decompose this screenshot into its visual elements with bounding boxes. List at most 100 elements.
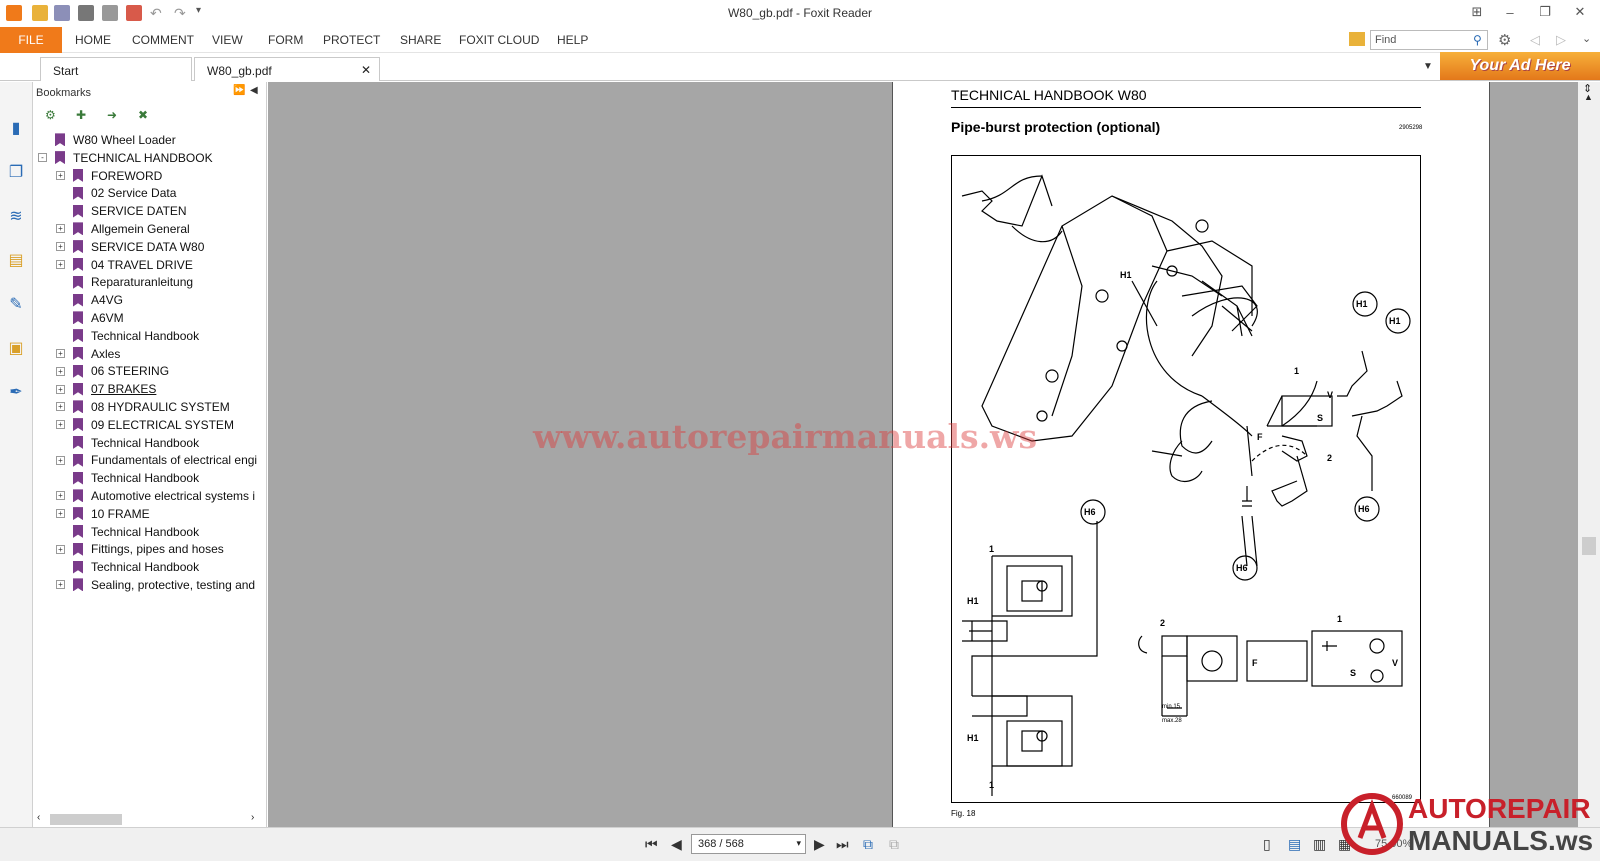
file-menu[interactable]: FILE (0, 27, 62, 53)
next-page-icon[interactable]: ▶ (814, 836, 825, 853)
previous-result-icon[interactable]: ◁ (1530, 32, 1540, 48)
collapse-panel-icon[interactable]: ◀ (250, 85, 258, 96)
bookmark-item[interactable]: Technical Handbook (56, 524, 199, 542)
expand-icon[interactable]: + (56, 259, 65, 269)
first-page-icon[interactable]: ⏮ (645, 836, 658, 853)
close-tab-icon[interactable]: ✕ (361, 63, 371, 77)
expand-icon[interactable]: + (56, 420, 65, 430)
expand-icon[interactable]: + (56, 242, 65, 252)
bookmark-item[interactable]: + Allgemein General (56, 221, 190, 239)
expand-icon[interactable]: + (56, 509, 65, 519)
menu-protect[interactable]: PROTECT (323, 33, 380, 47)
folder-search-icon[interactable] (1349, 32, 1365, 46)
bookmark-item[interactable]: + SERVICE DATA W80 (56, 239, 204, 257)
tab-start[interactable]: Start (40, 57, 192, 81)
expand-icon[interactable]: + (56, 384, 65, 394)
bookmark-item[interactable]: +04 TRAVEL DRIVE (56, 257, 193, 275)
menu-share[interactable]: SHARE (400, 33, 441, 47)
expand-icon[interactable]: + (56, 491, 65, 501)
menu-home[interactable]: HOME (75, 33, 111, 47)
scroll-left-arrow[interactable]: ‹ (37, 812, 40, 823)
pages-panel-icon[interactable]: ❐ (6, 162, 26, 182)
last-page-icon[interactable]: ⏭ (836, 836, 849, 853)
scroll-right-arrow[interactable]: › (251, 812, 254, 823)
bookmark-item[interactable]: Reparaturanleitung (56, 274, 193, 292)
expand-icon[interactable]: + (56, 544, 65, 554)
bookmark-item[interactable]: Technical Handbook (56, 559, 199, 577)
bookmark-item[interactable]: Technical Handbook (56, 470, 199, 488)
expand-icon[interactable]: + (56, 348, 65, 358)
menu-comment[interactable]: COMMENT (132, 33, 194, 47)
collapse-icon[interactable]: - (38, 153, 47, 163)
minimize-button[interactable]: – (1495, 2, 1525, 22)
bookmark-item[interactable]: W80 Wheel Loader (38, 132, 176, 150)
move-bookmark-icon[interactable]: ➜ (107, 108, 123, 124)
expand-icon[interactable]: + (56, 170, 65, 180)
expand-panel-icon[interactable]: ⏩ (233, 85, 245, 96)
bookmark-item[interactable]: + Automotive electrical systems i (56, 488, 255, 506)
bookmark-item[interactable]: + Fittings, pipes and hoses (56, 541, 224, 559)
continuous-icon[interactable]: ▤ (1288, 836, 1301, 853)
layout-icon[interactable]: ⊞ (1462, 2, 1492, 22)
bookmark-item[interactable]: +09 ELECTRICAL SYSTEM (56, 417, 234, 435)
menu-foxit-cloud[interactable]: FOXIT CLOUD (459, 33, 539, 47)
document-viewer[interactable]: TECHNICAL HANDBOOK W80 Pipe-burst protec… (268, 82, 1578, 827)
bookmark-item[interactable]: SERVICE DATEN (56, 203, 187, 221)
expand-icon[interactable]: + (56, 455, 65, 465)
menu-view[interactable]: VIEW (212, 33, 243, 47)
bookmark-horizontal-scrollbar[interactable]: ‹ › (35, 811, 263, 827)
bookmark-item[interactable]: Technical Handbook (56, 435, 199, 453)
page-number-field[interactable]: 368 / 568 ▾ (691, 834, 806, 854)
add-bookmark-icon[interactable]: ✚ (76, 108, 92, 124)
find-input[interactable]: Find (1370, 30, 1488, 50)
bookmark-item[interactable]: +07 BRAKES (56, 381, 156, 399)
bookmark-item[interactable]: +10 FRAME (56, 506, 150, 524)
comments-panel-icon[interactable]: ▤ (6, 250, 26, 270)
facing-icon[interactable]: ▥ (1313, 836, 1326, 853)
bookmark-item[interactable]: +06 STEERING (56, 363, 169, 381)
delete-bookmark-icon[interactable]: ✖ (138, 108, 154, 124)
page-dropdown-icon[interactable]: ▾ (796, 838, 801, 849)
search-icon[interactable]: ⚲ (1473, 33, 1482, 47)
bookmark-item[interactable]: + Sealing, protective, testing and (56, 577, 255, 595)
tab-list-dropdown-icon[interactable]: ▼ (1423, 61, 1433, 72)
tab-w80-pdf[interactable]: W80_gb.pdf ✕ (194, 57, 380, 81)
close-button[interactable]: ✕ (1565, 2, 1595, 22)
chevron-down-icon[interactable]: ⌄ (1582, 32, 1591, 45)
expand-icon[interactable]: + (56, 224, 65, 234)
bookmark-item[interactable]: A6VM (56, 310, 124, 328)
bookmark-item[interactable]: 02 Service Data (56, 185, 176, 203)
single-page-icon[interactable]: ▯ (1263, 836, 1271, 853)
ad-banner[interactable]: Your Ad Here (1440, 52, 1600, 80)
next-result-icon[interactable]: ▷ (1556, 32, 1566, 48)
attachments-panel-icon[interactable]: ✎ (6, 294, 26, 314)
label-f-a: F (1257, 432, 1263, 442)
bookmark-item[interactable]: + Axles (56, 346, 120, 364)
restore-button[interactable]: ❐ (1530, 2, 1560, 22)
bookmark-item[interactable]: + FOREWORD (56, 168, 162, 186)
bookmark-item[interactable]: + Fundamentals of electrical engi (56, 452, 257, 470)
previous-view-icon[interactable]: ⧉ (863, 836, 873, 853)
previous-page-icon[interactable]: ◀ (671, 836, 682, 853)
bookmark-options-icon[interactable]: ⚙ (45, 108, 61, 124)
expand-icon[interactable]: + (56, 580, 65, 590)
layers-panel-icon[interactable]: ≋ (6, 206, 26, 226)
bookmark-item[interactable]: - TECHNICAL HANDBOOK (38, 150, 213, 168)
menu-help[interactable]: HELP (557, 33, 588, 47)
signature-panel-icon[interactable]: ✒ (6, 382, 26, 402)
scroll-up-arrow[interactable]: ▲ (1584, 92, 1593, 102)
gear-icon[interactable]: ⚙ (1498, 31, 1511, 49)
vertical-scroll-thumb[interactable] (1582, 537, 1596, 555)
bookmark-item[interactable]: Technical Handbook (56, 328, 199, 346)
vertical-scrollbar[interactable]: ⇕ ▲ (1578, 82, 1600, 827)
bookmark-item[interactable]: +08 HYDRAULIC SYSTEM (56, 399, 230, 417)
bookmark-panel-icon[interactable]: ▮ (6, 118, 26, 138)
expand-icon[interactable]: + (56, 366, 65, 376)
bookmark-item[interactable]: A4VG (56, 292, 123, 310)
scroll-thumb[interactable] (50, 814, 122, 825)
expand-icon[interactable]: + (56, 402, 65, 412)
next-view-icon[interactable]: ⧉ (889, 836, 899, 853)
menu-form[interactable]: FORM (268, 33, 303, 47)
security-panel-icon[interactable]: ▣ (6, 338, 26, 358)
bookmarks-toolbar: ⚙ ✚ ➜ ✖ (33, 104, 266, 128)
